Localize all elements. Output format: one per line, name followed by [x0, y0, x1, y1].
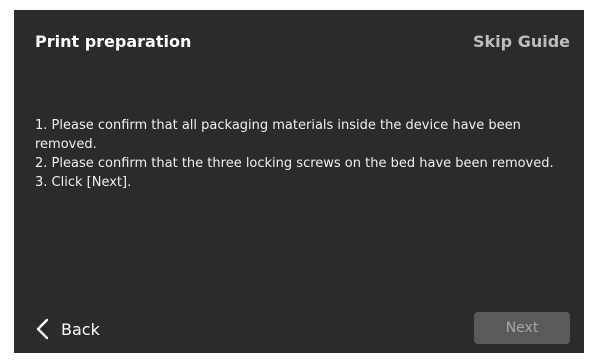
instruction-step-2: 2. Please confirm that the three locking…	[35, 156, 554, 171]
next-button[interactable]: Next	[474, 312, 570, 344]
back-button[interactable]: Back	[35, 315, 100, 343]
back-label: Back	[61, 319, 100, 339]
skip-guide-button[interactable]: Skip Guide	[473, 32, 570, 51]
page-title: Print preparation	[35, 32, 192, 51]
instruction-step-1: 1. Please confirm that all packaging mat…	[35, 118, 521, 152]
instructions-text: 1. Please confirm that all packaging mat…	[35, 116, 570, 192]
instruction-step-3: 3. Click [Next].	[35, 175, 132, 190]
chevron-left-icon	[35, 318, 51, 340]
print-preparation-screen: Print preparation Skip Guide 1. Please c…	[14, 10, 584, 353]
